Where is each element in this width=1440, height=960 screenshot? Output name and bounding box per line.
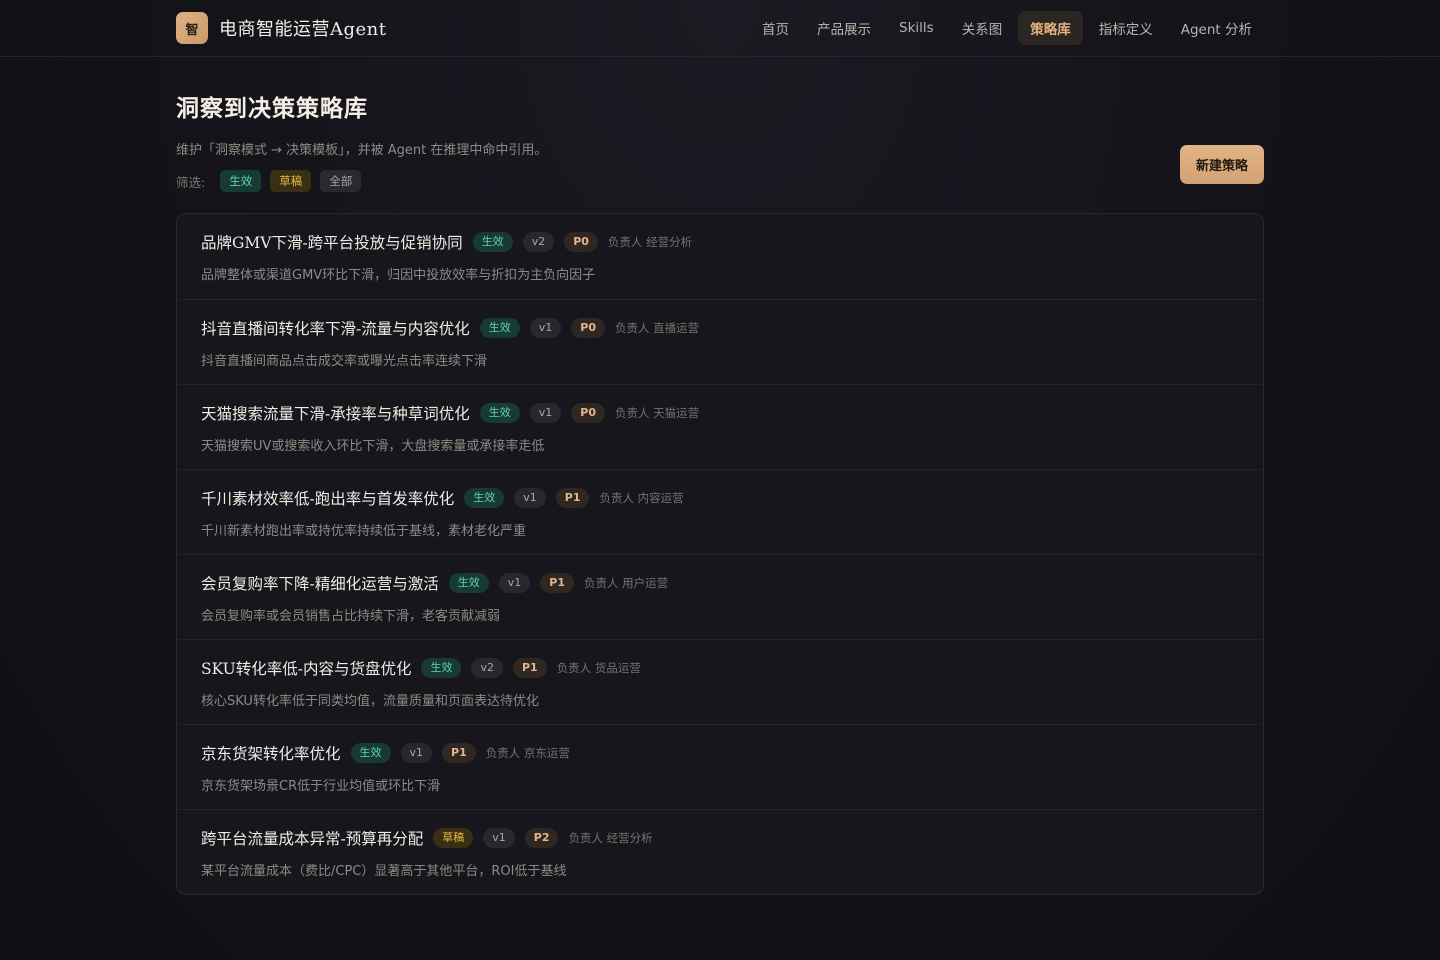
owner-label: 负责人 经营分析 <box>568 831 653 845</box>
status-badge: 生效 <box>448 573 489 593</box>
filter-draft-chip[interactable]: 草稿 <box>270 170 312 192</box>
strategy-description: 抖音直播间商品点击成交率或曝光点击率连续下滑 <box>201 354 488 369</box>
strategy-row-header: 品牌GMV下滑-跨平台投放与促销协同 生效 v2 P0 负责人 经营分析 <box>201 232 1239 252</box>
nav-item-products[interactable]: 产品展示 <box>805 11 883 45</box>
status-badge: 生效 <box>479 318 520 338</box>
priority-badge: P0 <box>571 403 605 423</box>
strategy-description: 品牌整体或渠道GMV环比下滑，归因中投放效率与折扣为主负向因子 <box>201 268 596 283</box>
strategy-row[interactable]: 京东货架转化率优化 生效 v1 P1 负责人 京东运营 京东货架场景CR低于行业… <box>177 724 1263 809</box>
brand[interactable]: 智 电商智能运营Agent <box>176 12 387 44</box>
version-badge: v1 <box>529 318 562 338</box>
page-header: 洞察到决策策略库 维护「洞察模式 → 决策模板」，并被 Agent 在推理中命中… <box>176 57 1264 213</box>
top-nav-bar: 智 电商智能运营Agent 首页 产品展示 Skills 关系图 策略库 指标定… <box>0 0 1440 57</box>
status-badge: 生效 <box>421 658 462 678</box>
strategy-description: 天猫搜索UV或搜索收入环比下滑，大盘搜索量或承接率走低 <box>201 439 545 454</box>
strategy-row-header: 跨平台流量成本异常-预算再分配 草稿 v1 P2 负责人 经营分析 <box>201 828 1239 848</box>
filter-active-chip[interactable]: 生效 <box>220 170 262 192</box>
strategy-row[interactable]: 会员复购率下降-精细化运营与激活 生效 v1 P1 负责人 用户运营 会员复购率… <box>177 554 1263 639</box>
owner-label: 负责人 经营分析 <box>607 235 693 249</box>
strategy-description: 某平台流量成本（费比/CPC）显著高于其他平台，ROI低于基线 <box>201 864 567 879</box>
priority-badge: P0 <box>571 318 605 338</box>
owner-label: 负责人 直播运营 <box>614 321 700 335</box>
strategy-row[interactable]: 抖音直播间转化率下滑-流量与内容优化 生效 v1 P0 负责人 直播运营 抖音直… <box>177 299 1263 384</box>
status-badge: 生效 <box>472 232 513 252</box>
filter-label: 筛选: <box>176 174 206 190</box>
strategy-row-header: 京东货架转化率优化 生效 v1 P1 负责人 京东运营 <box>201 743 1239 763</box>
strategy-title[interactable]: 跨平台流量成本异常-预算再分配 <box>201 827 423 849</box>
new-strategy-button[interactable]: 新建策略 <box>1179 145 1264 184</box>
owner-label: 负责人 京东运营 <box>485 746 570 760</box>
status-badge: 生效 <box>464 488 505 508</box>
version-badge: v1 <box>529 403 562 423</box>
priority-badge: P0 <box>564 232 598 252</box>
strategy-row-header: 天猫搜索流量下滑-承接率与种草词优化 生效 v1 P0 负责人 天猫运营 <box>201 403 1239 423</box>
strategy-row[interactable]: 天猫搜索流量下滑-承接率与种草词优化 生效 v1 P0 负责人 天猫运营 天猫搜… <box>177 384 1263 469</box>
nav-item-strategy-library[interactable]: 策略库 <box>1018 11 1083 45</box>
priority-badge: P1 <box>555 488 590 508</box>
strategy-description: 会员复购率或会员销售占比持续下滑，老客贡献减弱 <box>201 609 501 624</box>
nav-item-home[interactable]: 首页 <box>750 11 801 45</box>
owner-label: 负责人 内容运营 <box>599 491 684 505</box>
strategy-title[interactable]: SKU转化率低-内容与货盘优化 <box>201 657 411 679</box>
owner-label: 负责人 天猫运营 <box>614 406 700 420</box>
brand-logo-icon: 智 <box>176 12 208 44</box>
version-badge: v1 <box>483 828 515 848</box>
priority-badge: P2 <box>524 828 559 848</box>
strategy-description: 核心SKU转化率低于同类均值，流量质量和页面表达待优化 <box>201 694 539 709</box>
status-badge: 生效 <box>350 743 391 763</box>
strategy-title[interactable]: 千川素材效率低-跑出率与首发率优化 <box>201 487 454 509</box>
status-badge: 草稿 <box>433 828 474 848</box>
owner-label: 负责人 货品运营 <box>556 661 641 675</box>
version-badge: v2 <box>522 232 555 252</box>
version-badge: v1 <box>514 488 546 508</box>
strategy-title[interactable]: 京东货架转化率优化 <box>201 742 341 764</box>
version-badge: v1 <box>498 573 531 593</box>
priority-badge: P1 <box>540 573 574 593</box>
version-badge: v2 <box>471 658 503 678</box>
nav-item-graph[interactable]: 关系图 <box>950 11 1015 45</box>
strategy-description: 京东货架场景CR低于行业均值或环比下滑 <box>201 779 441 794</box>
strategy-row-header: SKU转化率低-内容与货盘优化 生效 v2 P1 负责人 货品运营 <box>201 658 1239 678</box>
nav-item-skills[interactable]: Skills <box>887 13 946 43</box>
strategy-title[interactable]: 品牌GMV下滑-跨平台投放与促销协同 <box>201 231 463 253</box>
strategy-row[interactable]: 品牌GMV下滑-跨平台投放与促销协同 生效 v2 P0 负责人 经营分析 品牌整… <box>177 214 1263 299</box>
filter-all-chip[interactable]: 全部 <box>320 170 362 192</box>
nav-item-metrics[interactable]: 指标定义 <box>1087 11 1165 45</box>
main-nav: 首页 产品展示 Skills 关系图 策略库 指标定义 Agent 分析 <box>750 11 1264 45</box>
priority-badge: P1 <box>442 743 476 763</box>
main-content: 洞察到决策策略库 维护「洞察模式 → 决策模板」，并被 Agent 在推理中命中… <box>176 57 1264 895</box>
strategy-row-header: 千川素材效率低-跑出率与首发率优化 生效 v1 P1 负责人 内容运营 <box>201 488 1239 508</box>
status-badge: 生效 <box>479 403 520 423</box>
owner-label: 负责人 用户运营 <box>583 576 669 590</box>
page-subtitle: 维护「洞察模式 → 决策模板」，并被 Agent 在推理中命中引用。 <box>176 143 548 158</box>
page-title: 洞察到决策策略库 <box>176 95 368 122</box>
strategy-row[interactable]: 跨平台流量成本异常-预算再分配 草稿 v1 P2 负责人 经营分析 某平台流量成… <box>177 809 1263 894</box>
nav-item-agent-analysis[interactable]: Agent 分析 <box>1169 11 1264 45</box>
strategy-description: 千川新素材跑出率或持优率持续低于基线，素材老化严重 <box>201 524 527 539</box>
strategy-title[interactable]: 会员复购率下降-精细化运营与激活 <box>201 572 439 594</box>
priority-badge: P1 <box>512 658 547 678</box>
strategy-row[interactable]: SKU转化率低-内容与货盘优化 生效 v2 P1 负责人 货品运营 核心SKU转… <box>177 639 1263 724</box>
strategy-row-header: 抖音直播间转化率下滑-流量与内容优化 生效 v1 P0 负责人 直播运营 <box>201 318 1239 338</box>
strategy-row-header: 会员复购率下降-精细化运营与激活 生效 v1 P1 负责人 用户运营 <box>201 573 1239 593</box>
strategy-list: 品牌GMV下滑-跨平台投放与促销协同 生效 v2 P0 负责人 经营分析 品牌整… <box>176 213 1264 895</box>
app-title: 电商智能运营Agent <box>219 19 387 40</box>
filter-bar: 筛选: 生效 草稿 全部 <box>176 170 1264 192</box>
strategy-title[interactable]: 天猫搜索流量下滑-承接率与种草词优化 <box>201 402 470 424</box>
version-badge: v1 <box>400 743 433 763</box>
strategy-row[interactable]: 千川素材效率低-跑出率与首发率优化 生效 v1 P1 负责人 内容运营 千川新素… <box>177 469 1263 554</box>
strategy-title[interactable]: 抖音直播间转化率下滑-流量与内容优化 <box>201 317 470 339</box>
